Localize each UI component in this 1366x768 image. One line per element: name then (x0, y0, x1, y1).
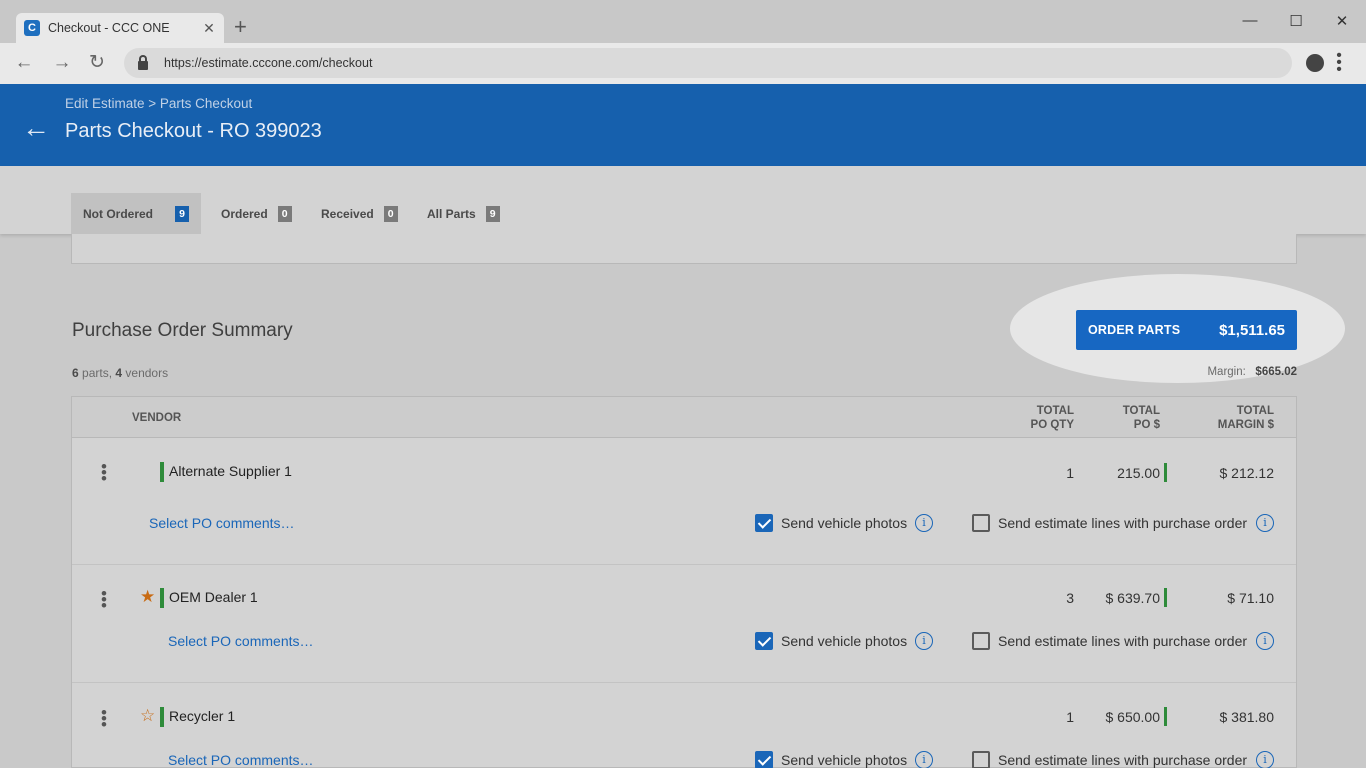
send-estimate-lines-label: Send estimate lines with purchase order (998, 515, 1248, 531)
select-po-comments-link[interactable]: Select PO comments… (168, 633, 314, 649)
info-icon[interactable]: i (1256, 514, 1274, 532)
send-photos-checkbox[interactable] (755, 751, 773, 768)
tab-count-badge: 9 (175, 205, 189, 222)
forward-arrow-icon[interactable]: → (51, 52, 73, 74)
table-row: • • • ★ OEM Dealer 1 3 $ 639.70 $ 71.10 Se… (72, 565, 1296, 683)
status-tabs: Not Ordered 9 Ordered 0 Received 0 All P… (0, 166, 1366, 234)
back-arrow-icon[interactable]: ← (13, 52, 35, 74)
browser-tab-bar: C Checkout - CCC ONE ✕ + — ☐ ✕ (0, 0, 1366, 43)
star-outline-icon[interactable]: ☆ (140, 707, 155, 725)
table-row: • • • ☆ Recycler 1 1 $ 650.00 $ 381.80 Sel… (72, 683, 1296, 768)
vendor-status-bar (160, 707, 164, 727)
header-po-total: TOTAL PO $ (1122, 405, 1160, 431)
vendor-name: OEM Dealer 1 (169, 589, 258, 605)
order-parts-label: ORDER PARTS (1088, 323, 1181, 337)
close-window-icon[interactable]: ✕ (1332, 12, 1352, 30)
po-qty: 1 (1066, 709, 1074, 725)
row-menu-icon[interactable]: • • • (98, 585, 110, 614)
po-qty: 1 (1066, 465, 1074, 481)
send-estimate-lines-label: Send estimate lines with purchase order (998, 752, 1248, 768)
send-photos-label: Send vehicle photos (781, 752, 908, 768)
po-qty: 3 (1066, 590, 1074, 606)
tab-title: Checkout - CCC ONE (48, 21, 170, 35)
vendor-table: VENDOR TOTAL PO QTY TOTAL PO $ TOTAL MARGIN… (71, 396, 1297, 768)
tab-count-badge: 9 (485, 205, 500, 222)
breadcrumb[interactable]: Edit Estimate > Parts Checkout (65, 96, 252, 111)
menu-icon[interactable]: • • • (1334, 48, 1344, 78)
url-text[interactable]: https://estimate.cccone.com/checkout (164, 56, 372, 70)
send-estimate-lines-checkbox[interactable] (972, 632, 990, 650)
app-header: ← Edit Estimate > Parts Checkout Parts C… (0, 84, 1366, 166)
row-menu-icon[interactable]: • • • (98, 704, 110, 733)
tab-not-ordered[interactable]: Not Ordered 9 (71, 193, 201, 234)
send-photos-checkbox[interactable] (755, 514, 773, 532)
select-po-comments-link[interactable]: Select PO comments… (168, 752, 314, 768)
tab-all-parts[interactable]: All Parts 9 (415, 193, 512, 234)
tab-label: Ordered (221, 206, 268, 221)
info-icon[interactable]: i (915, 751, 933, 768)
order-parts-button[interactable]: ORDER PARTS $1,511.65 (1076, 310, 1297, 350)
po-status-bar (1164, 588, 1167, 607)
vendor-name: Alternate Supplier 1 (169, 463, 292, 479)
tab-label: Not Ordered (83, 206, 154, 221)
send-photos-label: Send vehicle photos (781, 633, 908, 649)
address-bar[interactable]: https://estimate.cccone.com/checkout (124, 48, 1292, 78)
section-title: Purchase Order Summary (72, 320, 293, 341)
header-margin-total: TOTAL MARGIN $ (1217, 405, 1274, 431)
po-total: $ 650.00 (1105, 709, 1161, 725)
page-title: Parts Checkout - RO 399023 (65, 120, 322, 142)
header-po-qty: TOTAL PO QTY (1030, 405, 1074, 431)
margin-total: $ 381.80 (1219, 709, 1275, 725)
tab-count-badge: 0 (277, 205, 292, 222)
lock-icon (138, 54, 148, 70)
back-arrow-icon[interactable]: ← (22, 114, 50, 142)
row-menu-icon[interactable]: • • • (98, 458, 110, 487)
parts-card (71, 234, 1297, 264)
send-photos-checkbox[interactable] (755, 632, 773, 650)
send-estimate-lines-checkbox[interactable] (972, 751, 990, 768)
send-photos-label: Send vehicle photos (781, 515, 908, 531)
tab-count-badge: 0 (383, 205, 398, 222)
vendor-name: Recycler 1 (169, 708, 236, 724)
margin-total: $ 71.10 (1227, 590, 1274, 606)
info-icon[interactable]: i (1256, 751, 1274, 768)
order-total: $1,511.65 (1219, 321, 1285, 339)
table-row: • • • Alternate Supplier 1 1 215.00 $ 212.… (72, 438, 1296, 565)
info-icon[interactable]: i (1256, 632, 1274, 650)
header-vendor: VENDOR (132, 412, 182, 424)
tab-label: All Parts (427, 206, 476, 221)
vendor-status-bar (160, 588, 164, 608)
po-status-bar (1164, 463, 1167, 482)
po-total: $ 639.70 (1105, 590, 1161, 606)
close-tab-icon[interactable]: ✕ (200, 20, 218, 37)
po-status-bar (1164, 707, 1167, 726)
browser-tab[interactable]: C Checkout - CCC ONE ✕ (16, 13, 224, 43)
vendor-status-bar (160, 462, 164, 482)
browser-toolbar: ← → ↻ https://estimate.cccone.com/checko… (0, 43, 1366, 84)
tab-ordered[interactable]: Ordered 0 (209, 193, 304, 234)
parts-vendors-count: 6 parts, 4 vendors (72, 366, 169, 380)
table-header: VENDOR TOTAL PO QTY TOTAL PO $ TOTAL MARGIN… (72, 397, 1296, 438)
minimize-icon[interactable]: — (1240, 12, 1260, 29)
margin-total: $ 212.12 (1219, 465, 1275, 481)
new-tab-icon[interactable]: + (234, 16, 247, 38)
info-icon[interactable]: i (915, 632, 933, 650)
ccc-favicon-icon: C (24, 20, 40, 36)
po-total: 215.00 (1117, 465, 1160, 481)
star-filled-icon[interactable]: ★ (140, 588, 155, 606)
select-po-comments-link[interactable]: Select PO comments… (149, 515, 295, 531)
reload-icon[interactable]: ↻ (86, 52, 108, 74)
margin-summary: Margin: $665.02 (1207, 366, 1297, 378)
profile-icon[interactable] (1306, 54, 1324, 72)
tab-label: Received (321, 206, 374, 221)
send-estimate-lines-checkbox[interactable] (972, 514, 990, 532)
tab-received[interactable]: Received 0 (309, 193, 410, 234)
send-estimate-lines-label: Send estimate lines with purchase order (998, 633, 1248, 649)
maximize-icon[interactable]: ☐ (1286, 12, 1306, 30)
info-icon[interactable]: i (915, 514, 933, 532)
